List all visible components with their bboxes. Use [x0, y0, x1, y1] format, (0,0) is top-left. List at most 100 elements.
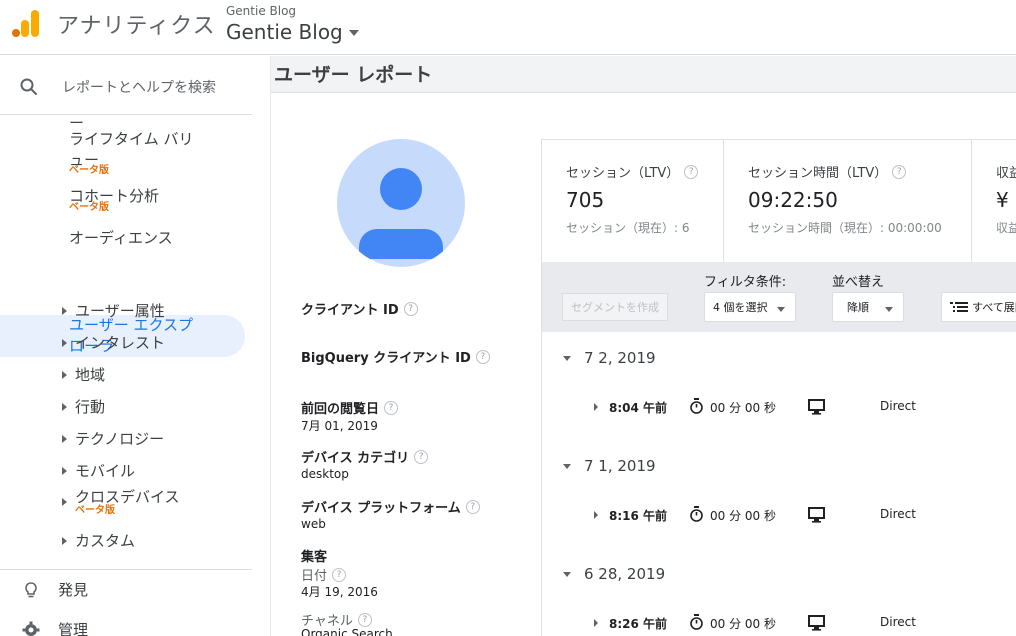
sidebar-item-geo[interactable]: 地域 [62, 364, 105, 385]
main-content: ユーザー レポート クライアント ID ? BigQuery クライアント ID… [270, 56, 1016, 636]
chevron-down-icon [885, 307, 893, 312]
session-row[interactable]: 8:04 午前 00 分 00 秒 Direct [542, 390, 1016, 426]
sidebar-item-cohort[interactable]: コホート分析 ベータ版 [69, 185, 159, 214]
expand-arrow-icon [62, 537, 67, 545]
session-time: 8:16 午前 [609, 509, 668, 523]
sidebar: レポートとヘルプを検索 ー ライフタイム バリ ュー ベータ版 コホート分析 ベ… [0, 56, 268, 636]
user-avatar-icon [359, 168, 443, 259]
help-icon[interactable]: ? [684, 164, 699, 179]
device-category-value: desktop [301, 467, 349, 481]
beta-badge: ベータ版 [69, 165, 109, 176]
create-segment-button[interactable]: セグメントを作成 [562, 293, 668, 321]
sort-dropdown[interactable]: 降順 [832, 292, 904, 322]
last-visit-label: 前回の閲覧日 ? [301, 398, 399, 417]
help-icon[interactable]: ? [892, 164, 907, 179]
sidebar-item-label: クロスデバイス [75, 488, 180, 506]
filter-bar: セグメントを作成 フィルタ条件: 4 個を選択 並べ替え 降順 すべて展開 [542, 262, 1016, 332]
sidebar-item-discover[interactable]: 発見 [21, 579, 88, 600]
metric-label: セッション時間（LTV） ? [748, 162, 907, 181]
metric-value: ¥ [996, 188, 1009, 212]
chevron-down-icon [348, 30, 359, 36]
metric-subtext: セッション時間（現在）: 00:00:00 [748, 221, 942, 235]
sidebar-item-label: 行動 [75, 398, 106, 416]
account-selector[interactable]: Gentie Blog [226, 20, 359, 44]
expand-all-label: すべて展開 [972, 301, 1016, 314]
session-row[interactable]: 8:16 午前 00 分 00 秒 Direct [542, 498, 1016, 534]
expand-arrow-icon [62, 339, 67, 347]
expand-arrow-icon [594, 511, 598, 519]
sidebar-item-label: 地域 [75, 366, 106, 384]
sidebar-item-admin[interactable]: 管理 [21, 619, 88, 636]
account-selector-label: Gentie Blog [226, 20, 343, 44]
help-icon[interactable]: ? [384, 400, 399, 415]
help-icon[interactable]: ? [414, 449, 429, 464]
session-duration: 00 分 00 秒 [710, 617, 776, 631]
last-visit-value: 7月 01, 2019 [301, 419, 378, 433]
top-header: アナリティクス Gentie Blog Gentie Blog [0, 0, 1016, 55]
help-icon[interactable]: ? [465, 499, 480, 514]
acquisition-date-text: 日付 [301, 569, 328, 584]
expand-arrow-icon [62, 498, 67, 506]
sidebar-item-demographics[interactable]: ユーザー属性 [62, 300, 165, 321]
sidebar-item-interests[interactable]: インタレスト [62, 332, 165, 353]
filter-title: フィルタ条件: [704, 275, 787, 290]
sidebar-item-custom[interactable]: カスタム [62, 530, 135, 551]
sidebar-item-mobile[interactable]: モバイル [62, 460, 135, 481]
device-category-label: デバイス カテゴリ ? [301, 447, 429, 466]
search-reports-field[interactable]: レポートとヘルプを検索 [0, 56, 252, 115]
sidebar-item-label: 発見 [58, 581, 89, 599]
help-icon[interactable]: ? [475, 349, 490, 364]
sidebar-item-audience[interactable]: オーディエンス [69, 227, 173, 249]
gear-icon [22, 621, 40, 636]
client-id-text: クライアント ID [301, 303, 399, 318]
collapse-arrow-icon [563, 463, 571, 469]
acquisition-date-label: 日付 ? [301, 565, 347, 584]
sidebar-item-technology[interactable]: テクノロジー [62, 428, 164, 449]
sidebar-item-label: インタレスト [75, 334, 166, 352]
help-icon[interactable]: ? [403, 301, 418, 316]
device-platform-label: デバイス プラットフォーム ? [301, 497, 480, 516]
session-date-row[interactable]: 7 2, 2019 [542, 333, 1016, 383]
help-icon[interactable]: ? [357, 612, 372, 627]
lightbulb-icon [25, 581, 37, 597]
session-row[interactable]: 8:26 午前 00 分 00 秒 Direct [542, 606, 1016, 636]
sidebar-item-label: 管理 [58, 621, 89, 636]
help-icon[interactable]: ? [332, 567, 347, 582]
session-date-row[interactable]: 6 28, 2019 [542, 549, 1016, 599]
sidebar-item-behavior[interactable]: 行動 [62, 396, 105, 417]
metric-label: 収益 [996, 166, 1016, 181]
session-time: 8:04 午前 [609, 401, 668, 415]
filter-dropdown-value: 4 個を選択 [713, 301, 768, 314]
session-time: 8:26 午前 [609, 617, 668, 631]
desktop-icon [808, 615, 825, 631]
search-placeholder: レポートとヘルプを検索 [62, 80, 216, 96]
filter-dropdown[interactable]: 4 個を選択 [704, 292, 796, 322]
sidebar-item-label: ユーザー属性 [75, 302, 165, 320]
expand-arrow-icon [62, 403, 67, 411]
session-source: Direct [880, 615, 916, 629]
metric-session-duration-ltv: セッション時間（LTV） ? 09:22:50 セッション時間（現在）: 00:… [724, 140, 972, 262]
session-duration: 00 分 00 秒 [710, 509, 776, 523]
session-date-row[interactable]: 7 1, 2019 [542, 441, 1016, 491]
session-date: 7 1, 2019 [584, 457, 656, 475]
sidebar-item-label: モバイル [75, 462, 136, 480]
metric-label-text: セッション時間（LTV） [748, 166, 888, 181]
page-title: ユーザー レポート [274, 64, 433, 86]
client-id-label: クライアント ID ? [301, 299, 418, 318]
metric-label: セッション（LTV） ? [566, 162, 699, 181]
metric-revenue: 収益 ¥ 収益 [972, 140, 1016, 262]
collapse-arrow-icon [563, 571, 571, 577]
chevron-down-icon [777, 307, 785, 312]
acquisition-label: 集客 [301, 550, 328, 565]
expand-arrow-icon [594, 619, 598, 627]
sidebar-item-cross-device[interactable]: クロスデバイス ベータ版 [62, 486, 180, 517]
sidebar-item-lifetime-value[interactable]: ライフタイム バリ ュー ベータ版 [69, 128, 193, 177]
expand-arrow-icon [594, 403, 598, 411]
expand-all-button[interactable]: すべて展開 [941, 292, 1016, 322]
metric-label-text: セッション（LTV） [566, 166, 680, 181]
session-source: Direct [880, 399, 916, 413]
analytics-logo-icon[interactable] [11, 9, 39, 39]
sidebar-item-label: ライフタイム バリ [69, 130, 194, 148]
session-duration: 00 分 00 秒 [710, 401, 776, 415]
sort-dropdown-value: 降順 [847, 301, 869, 314]
